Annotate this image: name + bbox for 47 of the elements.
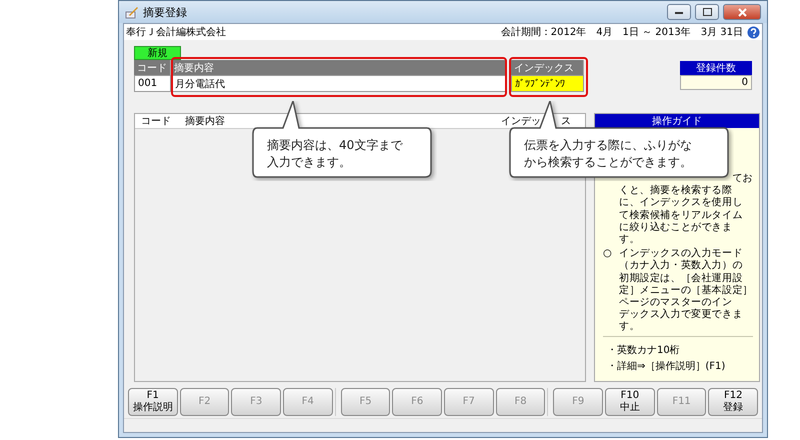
guide-note: ・詳細⇒［操作説明］(F1) xyxy=(607,360,726,373)
guide-note: ・英数カナ10桁 xyxy=(607,344,681,357)
guide-text: デックス入力で変更できま xyxy=(619,309,744,322)
count-label: 登録件数 xyxy=(680,61,752,75)
guide-text: に、インデックスを使用し xyxy=(619,197,744,210)
column-header: インデッ xyxy=(500,115,542,128)
callout-text: 摘要内容は、40文字まで xyxy=(267,137,402,154)
guide-text: に絞り込むことができま xyxy=(619,222,734,234)
fiscal-period: 会計期間：2012年 4月 1日 ～ 2013年 3月 31日 xyxy=(500,26,743,39)
column-header: コード xyxy=(140,115,172,128)
close-button[interactable] xyxy=(723,4,761,20)
guide-text: ページのマスターのイン xyxy=(619,297,734,308)
minimize-button[interactable] xyxy=(667,4,691,20)
function-key[interactable]: F12 登録 xyxy=(708,388,758,416)
guide-text: す。 xyxy=(619,234,641,246)
code-field[interactable]: 001 xyxy=(134,75,171,92)
guide-text: てお xyxy=(732,173,753,186)
column-header: インデックス xyxy=(511,60,584,75)
callout-text: 伝票を入力する際に、ふりがな xyxy=(524,137,692,154)
help-icon[interactable] xyxy=(747,26,760,38)
close-icon xyxy=(738,8,746,16)
guide-text: くと、摘要を検索する際 xyxy=(619,185,734,197)
column-header: ス xyxy=(560,115,572,128)
guide-text: 定］メニューの［基本設定］ xyxy=(619,284,753,298)
count-value: 0 xyxy=(680,75,752,90)
summary-field[interactable]: 月分電話代 xyxy=(171,75,507,92)
pen-icon xyxy=(125,5,139,19)
maximize-button[interactable] xyxy=(695,4,719,20)
company-name: 奉行Ｊ会計編株式会社 xyxy=(126,26,227,39)
guide-text: て検索候補をリアルタイム xyxy=(619,210,744,222)
column-header: 摘要内容 xyxy=(171,60,507,75)
guide-text: 初期設定は、［会社運用設 xyxy=(619,272,744,284)
function-key[interactable]: F10 中止 xyxy=(605,388,655,416)
callout-text: から検索することができます。 xyxy=(524,154,692,171)
guide-title: 操作ガイド xyxy=(595,114,759,128)
column-header: 摘要内容 xyxy=(184,114,226,128)
function-key[interactable]: F1 操作説明 xyxy=(128,388,178,416)
guide-text: （カナ入力・英数入力）の xyxy=(619,260,744,272)
minimize-icon xyxy=(675,10,683,14)
index-field[interactable]: ｶﾞﾂﾌﾞﾝﾃﾞﾝﾜ xyxy=(511,75,584,92)
column-header: コード xyxy=(134,60,171,75)
guide-text: インデックスの入力モード xyxy=(619,248,744,260)
bullet-mark: ○ xyxy=(603,248,613,262)
guide-text: す。 xyxy=(619,321,641,334)
callout-text: 入力できます。 xyxy=(267,154,352,171)
maximize-icon xyxy=(702,8,712,16)
window-title: 摘要登録 xyxy=(143,4,188,20)
